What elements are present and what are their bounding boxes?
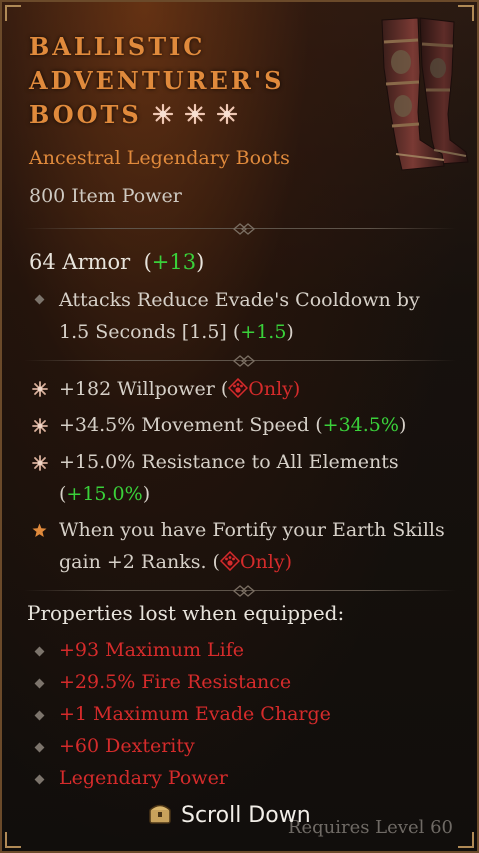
frame-corner: [5, 832, 21, 848]
frame-corner: [5, 5, 21, 21]
affix-diff: +34.5%: [322, 414, 399, 436]
item-name-line-2: ADVENTURER'S: [29, 66, 285, 95]
diamond-bullet-icon: [34, 710, 46, 722]
divider: [24, 585, 456, 597]
greater-affix-icon: [32, 381, 48, 397]
lost-property: +60 Dexterity: [59, 735, 195, 757]
greater-affix-icon: [32, 455, 48, 471]
lost-property: +1 Maximum Evade Charge: [59, 703, 331, 725]
item-name: BALLISTIC ADVENTURER'S BOOTS: [29, 30, 359, 132]
implicit-diff: +1.5: [240, 321, 287, 343]
affix-resistance: +15.0% Resistance to All Elements (+15.0…: [59, 446, 454, 510]
armor-diff-open: (: [143, 250, 152, 274]
item-tooltip: BALLISTIC ADVENTURER'S BOOTS Ancestral L…: [0, 0, 479, 853]
armor-value: 64 Armor: [29, 250, 131, 274]
affix-willpower: +182 Willpower ( Only): [59, 373, 454, 405]
druid-claw-icon: [219, 551, 240, 571]
affix-diff-close: ): [398, 414, 407, 436]
item-type: Ancestral Legendary Boots: [29, 147, 290, 169]
item-name-line-3: BOOTS: [29, 98, 359, 132]
affix-text: +182 Willpower (: [59, 378, 229, 400]
legendary-aspect: When you have Fortify your Earth Skills …: [59, 514, 454, 578]
lost-property: +29.5% Fire Resistance: [59, 671, 292, 693]
legendary-star-icon: [32, 523, 47, 537]
divider: [24, 355, 456, 367]
affix-movement-speed: +34.5% Movement Speed (+34.5%): [59, 409, 454, 441]
implicit-affix: Attacks Reduce Evade's Cooldown by 1.5 S…: [59, 284, 454, 348]
greater-affix-icon: [32, 418, 48, 434]
snowflake-star-icon: [184, 103, 205, 125]
affix-diff-close: ): [142, 483, 151, 505]
snowflake-star-icon: [216, 103, 237, 125]
armor-diff: +13: [151, 250, 197, 274]
divider: [24, 223, 456, 235]
lost-property: +93 Maximum Life: [59, 639, 244, 661]
diamond-bullet-icon: [34, 678, 46, 690]
frame-corner: [458, 832, 474, 848]
armor-diff-close: ): [196, 250, 205, 274]
diamond-bullet-icon: [34, 646, 46, 658]
item-name-line-1: BALLISTIC: [29, 32, 206, 61]
scroll-down-button[interactable]: Scroll Down: [147, 800, 311, 828]
item-power: 800 Item Power: [29, 185, 182, 207]
scroll-down-label: Scroll Down: [181, 803, 311, 828]
properties-lost-title: Properties lost when equipped:: [27, 601, 345, 625]
affix-text: +34.5% Movement Speed (: [59, 414, 323, 436]
class-only-label: Only): [239, 551, 292, 573]
armor-stat: 64 Armor (+13): [29, 250, 204, 274]
diamond-bullet-icon: [34, 774, 46, 786]
affix-diff: +15.0%: [66, 483, 143, 505]
snowflake-star-icon: [152, 103, 173, 125]
implicit-diff-close: ): [286, 321, 294, 343]
item-name-line-3-text: BOOTS: [29, 100, 142, 129]
diamond-bullet-icon: [34, 742, 46, 754]
diamond-bullet-icon: [34, 294, 46, 306]
class-only-label: Only): [248, 378, 301, 400]
druid-claw-icon: [228, 378, 249, 398]
chest-icon: [149, 804, 171, 824]
lost-property: Legendary Power: [59, 767, 228, 789]
requires-level: Requires Level 60: [287, 817, 453, 838]
boots-icon: [381, 17, 469, 171]
